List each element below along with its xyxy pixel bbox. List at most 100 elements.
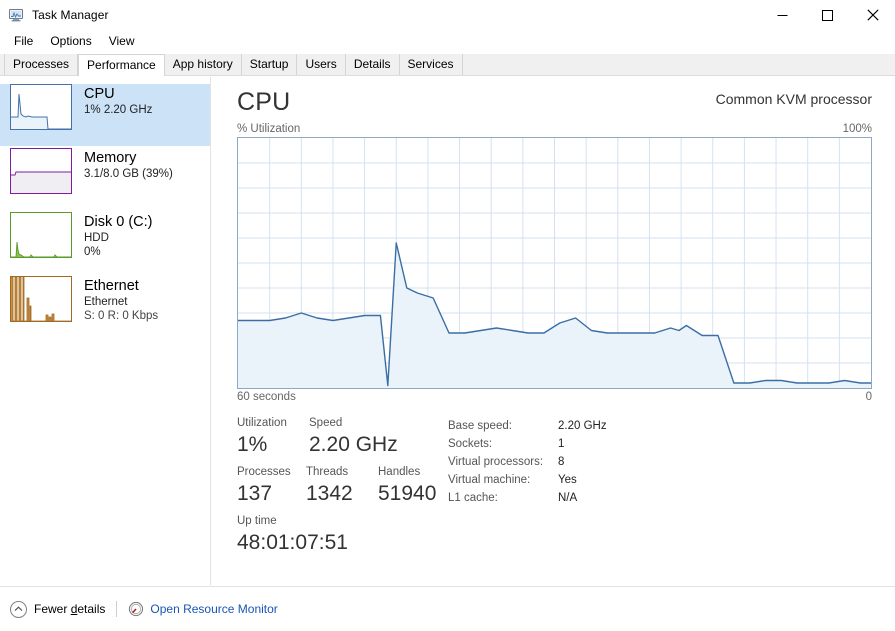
menu-item-file[interactable]: File <box>8 31 42 51</box>
tab-services[interactable]: Services <box>399 54 463 75</box>
sidebar-ethernet-text: Ethernet Ethernet S: 0 R: 0 Kbps <box>84 276 158 323</box>
stat-speed: Speed 2.20 GHz <box>309 415 417 458</box>
tab-performance[interactable]: Performance <box>78 54 165 76</box>
footer-divider <box>116 601 118 617</box>
stat-processes: Processes 137 <box>237 464 292 507</box>
memory-thumbnail-graph <box>10 148 72 194</box>
stats-row-uptime: Up time 48:01:07:51 <box>237 513 432 556</box>
sidebar-item-label-cpu: CPU <box>84 86 115 102</box>
resource-sidebar: CPU 1% 2.20 GHz Memory 3.1/8.0 GB (39%) <box>0 77 211 585</box>
spec-value-l1-cache: N/A <box>558 492 578 504</box>
spec-key-l1-cache: L1 cache: <box>448 492 498 504</box>
stat-value-uptime: 48:01:07:51 <box>237 531 348 554</box>
tab-app-history[interactable]: App history <box>164 54 242 75</box>
stats-right-column: Base speed: 2.20 GHz Sockets: 1 Virtual … <box>448 417 607 507</box>
spec-value-virtual-machine: Yes <box>558 474 577 486</box>
sidebar-item-sub-memory: 3.1/8.0 GB (39%) <box>84 168 173 180</box>
spec-key-sockets: Sockets: <box>448 438 493 450</box>
status-bar: Fewer details Open Resource Monitor <box>0 586 895 631</box>
stats-row-utilization: Utilization 1% Speed 2.20 GHz <box>237 415 432 458</box>
spec-key-virtual-processors: Virtual processors: <box>448 456 544 468</box>
stat-threads: Threads 1342 <box>306 464 364 507</box>
chart-y-axis-label: % Utilization <box>237 123 301 135</box>
chart-y-axis-max: 100% <box>842 123 872 135</box>
spec-value-base-speed: 2.20 GHz <box>558 420 607 432</box>
sidebar-item-sub-ethernet-type: Ethernet <box>84 296 128 308</box>
sidebar-item-sub-cpu: 1% 2.20 GHz <box>84 104 153 116</box>
stat-value-speed: 2.20 GHz <box>309 433 398 456</box>
menu-item-options[interactable]: Options <box>44 31 100 51</box>
fewer-details-label: Fewer details <box>34 602 106 616</box>
fewer-details-button[interactable]: Fewer details <box>10 600 106 618</box>
sidebar-item-sub-ethernet-rate: S: 0 R: 0 Kbps <box>84 310 159 322</box>
window-title: Task Manager <box>32 8 109 22</box>
chart-x-axis-label: 60 seconds <box>237 391 296 403</box>
stats-left-column: Utilization 1% Speed 2.20 GHz Processes … <box>237 415 436 562</box>
sidebar-disk-text: Disk 0 (C:) HDD 0% <box>84 212 152 259</box>
stat-value-processes: 137 <box>237 482 273 505</box>
stat-label-uptime: Up time <box>237 515 277 527</box>
sidebar-item-label-ethernet: Ethernet <box>84 278 139 294</box>
chart-top-axis-row: % Utilization 100% <box>212 123 895 137</box>
sidebar-item-disk[interactable]: Disk 0 (C:) HDD 0% <box>0 212 210 274</box>
spec-row-base-speed: Base speed: 2.20 GHz <box>448 417 607 435</box>
sidebar-item-memory[interactable]: Memory 3.1/8.0 GB (39%) <box>0 148 210 210</box>
resource-monitor-icon <box>128 601 144 617</box>
task-manager-window: Task Manager File Options View Processes… <box>0 0 895 631</box>
ethernet-thumbnail-graph <box>10 276 72 322</box>
tab-processes[interactable]: Processes <box>4 54 79 75</box>
stat-utilization: Utilization 1% <box>237 415 295 458</box>
stat-uptime: Up time 48:01:07:51 <box>237 513 348 556</box>
window-controls <box>760 0 895 30</box>
stat-label-handles: Handles <box>378 466 421 478</box>
tab-startup[interactable]: Startup <box>241 54 298 75</box>
spec-row-virtual-processors: Virtual processors: 8 <box>448 453 607 471</box>
menu-bar: File Options View <box>0 30 895 52</box>
stat-value-threads: 1342 <box>306 482 353 505</box>
cpu-thumbnail-graph <box>10 84 72 130</box>
spec-row-virtual-machine: Virtual machine: Yes <box>448 471 607 489</box>
sidebar-item-sub-disk-type: HDD <box>84 232 109 244</box>
cpu-utilization-chart[interactable] <box>237 137 872 389</box>
stat-handles: Handles 51940 <box>378 464 436 507</box>
chart-bottom-axis-row: 60 seconds 0 <box>212 389 895 405</box>
maximize-button[interactable] <box>805 0 850 30</box>
menu-item-view[interactable]: View <box>103 31 144 51</box>
spec-key-base-speed: Base speed: <box>448 420 512 432</box>
processor-name: Common KVM processor <box>715 91 872 107</box>
sidebar-item-label-memory: Memory <box>84 150 137 166</box>
sidebar-item-sub-disk-usage: 0% <box>84 246 101 258</box>
tab-bar: Processes Performance App history Startu… <box>0 54 895 76</box>
cpu-chart-svg <box>238 138 871 388</box>
sidebar-item-cpu[interactable]: CPU 1% 2.20 GHz <box>0 84 210 146</box>
close-button[interactable] <box>850 0 895 30</box>
cpu-statistics: Utilization 1% Speed 2.20 GHz Processes … <box>237 415 872 555</box>
spec-value-sockets: 1 <box>558 438 565 450</box>
stats-row-counts: Processes 137 Threads 1342 Handles 51940 <box>237 464 436 507</box>
performance-detail-panel: CPU Common KVM processor % Utilization 1… <box>212 77 895 585</box>
stat-label-processes: Processes <box>237 466 291 478</box>
spec-row-l1-cache: L1 cache: N/A <box>448 489 607 507</box>
sidebar-memory-text: Memory 3.1/8.0 GB (39%) <box>84 148 173 181</box>
tab-users[interactable]: Users <box>297 54 346 75</box>
disk-thumbnail-graph <box>10 212 72 258</box>
open-resource-monitor-label: Open Resource Monitor <box>150 602 278 616</box>
panel-header: CPU Common KVM processor <box>212 77 895 123</box>
minimize-button[interactable] <box>760 0 805 30</box>
stat-label-utilization: Utilization <box>237 417 287 429</box>
sidebar-cpu-text: CPU 1% 2.20 GHz <box>84 84 152 117</box>
chevron-up-icon <box>10 600 27 618</box>
stat-label-speed: Speed <box>309 417 343 429</box>
spec-value-virtual-processors: 8 <box>558 456 565 468</box>
title-bar: Task Manager <box>0 0 895 30</box>
stat-label-threads: Threads <box>306 466 349 478</box>
open-resource-monitor-link[interactable]: Open Resource Monitor <box>128 601 278 617</box>
stat-value-utilization: 1% <box>237 433 268 456</box>
tab-details[interactable]: Details <box>345 54 400 75</box>
chart-x-axis-end: 0 <box>865 391 872 403</box>
spec-row-sockets: Sockets: 1 <box>448 435 607 453</box>
sidebar-item-label-disk: Disk 0 (C:) <box>84 214 153 230</box>
spec-key-virtual-machine: Virtual machine: <box>448 474 531 486</box>
stat-value-handles: 51940 <box>378 482 437 505</box>
sidebar-item-ethernet[interactable]: Ethernet Ethernet S: 0 R: 0 Kbps <box>0 276 210 338</box>
